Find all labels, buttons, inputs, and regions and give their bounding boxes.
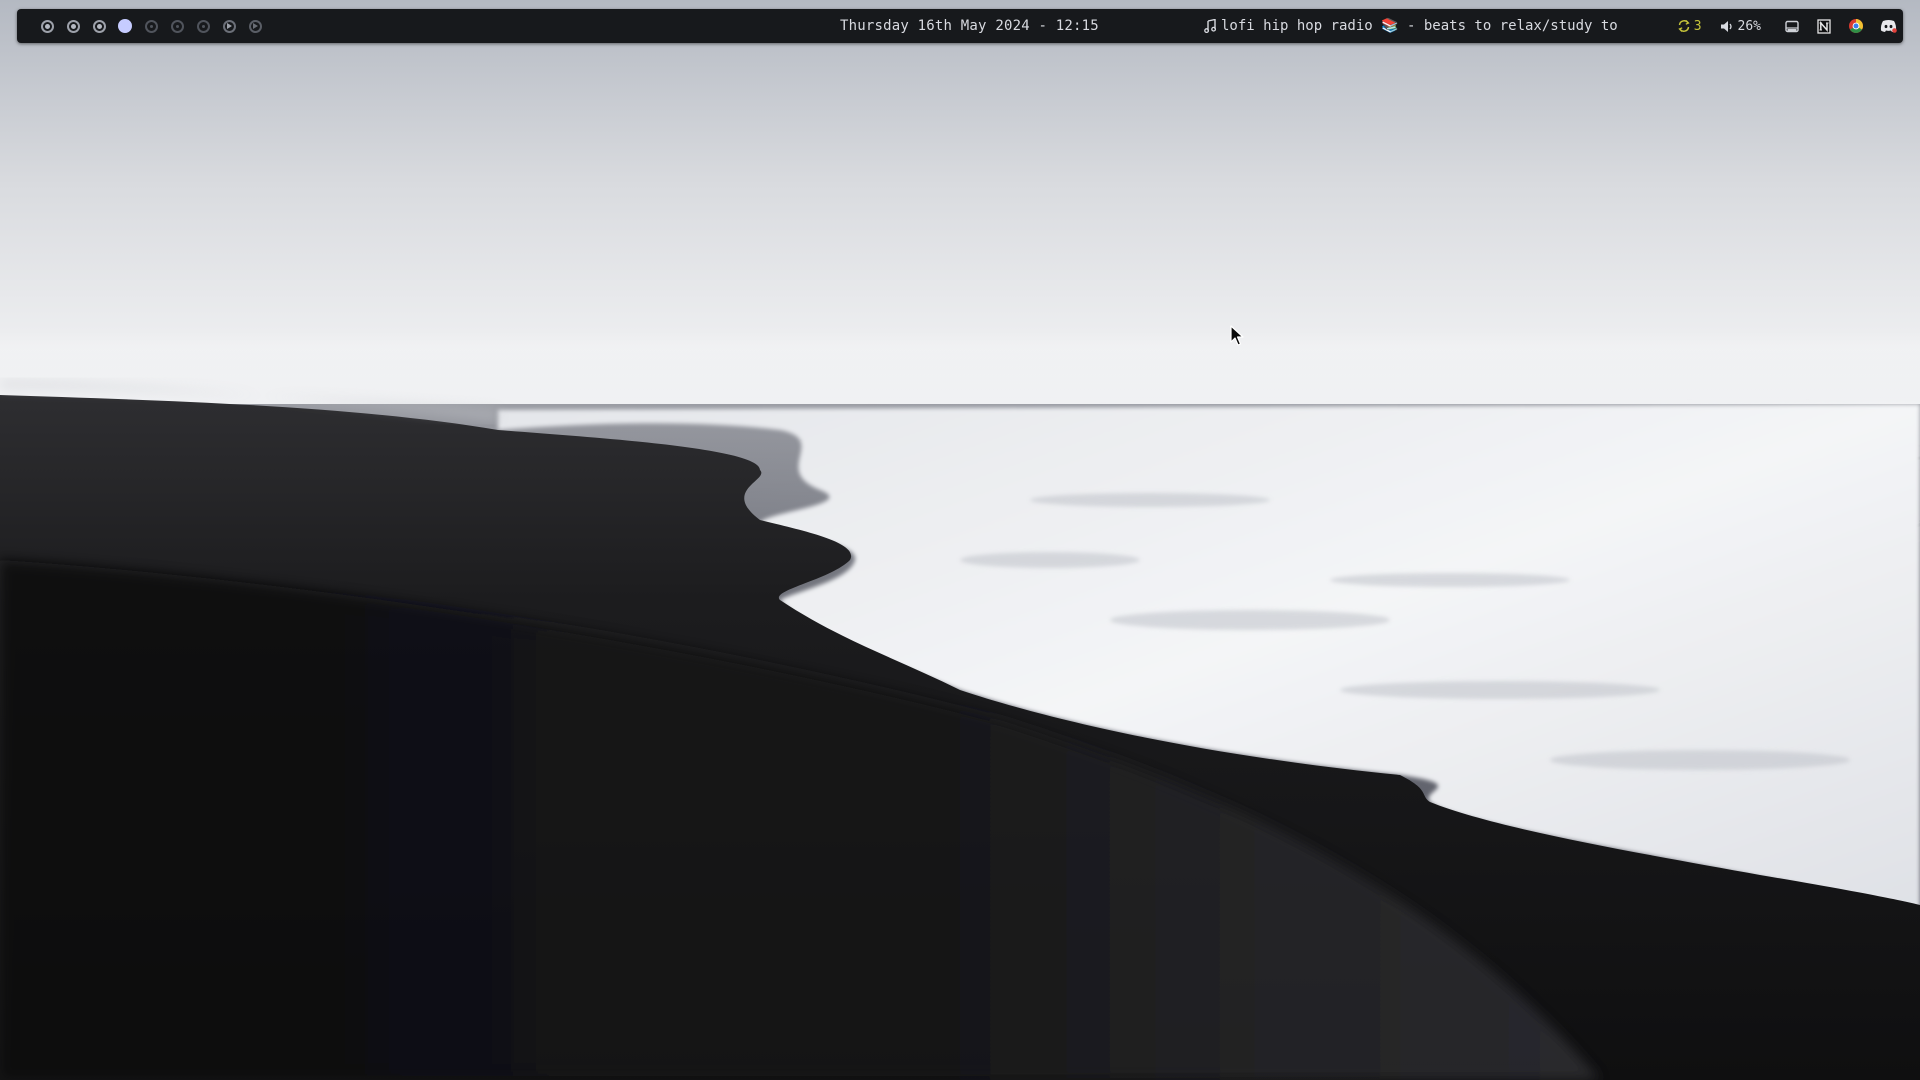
workspace-3-indicator-icon xyxy=(92,19,106,33)
system-tray xyxy=(1783,17,1897,35)
updates-indicator[interactable]: 3 xyxy=(1677,19,1702,34)
workspace-7[interactable] xyxy=(190,9,216,43)
workspace-9-indicator-icon xyxy=(248,19,262,33)
volume-control[interactable]: 26% xyxy=(1720,19,1761,34)
music-note-icon xyxy=(1204,19,1217,33)
workspace-9[interactable] xyxy=(242,9,268,43)
workspace-5[interactable] xyxy=(138,9,164,43)
workspace-6[interactable] xyxy=(164,9,190,43)
workspace-2[interactable] xyxy=(60,9,86,43)
workspace-5-indicator-icon xyxy=(144,19,158,33)
speaker-icon xyxy=(1720,20,1732,32)
workspace-8-indicator-icon xyxy=(222,19,236,33)
updates-count: 3 xyxy=(1693,18,1702,34)
workspace-8[interactable] xyxy=(216,9,242,43)
workspace-1-indicator-icon xyxy=(40,19,54,33)
media-player[interactable]: lofi hip hop radio 📚 - beats to relax/st… xyxy=(1204,9,1618,43)
workspace-7-indicator-icon xyxy=(196,19,210,33)
mouse-pointer-icon xyxy=(1230,325,1244,346)
tray-discord-icon[interactable] xyxy=(1879,17,1897,35)
desktop[interactable]: Thursday 16th May 2024 - 12:15 lofi hip … xyxy=(0,0,1920,1080)
workspace-switcher xyxy=(34,9,268,43)
tray-notion-icon[interactable] xyxy=(1815,17,1833,35)
tray-drive-icon[interactable] xyxy=(1783,17,1801,35)
status-bar: Thursday 16th May 2024 - 12:15 lofi hip … xyxy=(17,9,1903,43)
workspace-4[interactable] xyxy=(112,9,138,43)
workspace-1[interactable] xyxy=(34,9,60,43)
workspace-2-indicator-icon xyxy=(66,19,80,33)
workspace-4-indicator-icon xyxy=(118,19,132,33)
desktop-wallpaper xyxy=(0,0,1920,1080)
volume-level: 26% xyxy=(1737,18,1761,34)
tray-chrome-icon[interactable] xyxy=(1847,17,1865,35)
clock[interactable]: Thursday 16th May 2024 - 12:15 xyxy=(840,9,1099,43)
workspace-6-indicator-icon xyxy=(170,19,184,33)
media-title: lofi hip hop radio 📚 - beats to relax/st… xyxy=(1221,18,1618,34)
refresh-icon xyxy=(1678,20,1690,32)
workspace-3[interactable] xyxy=(86,9,112,43)
right-modules: 3 26% xyxy=(1677,9,1903,43)
